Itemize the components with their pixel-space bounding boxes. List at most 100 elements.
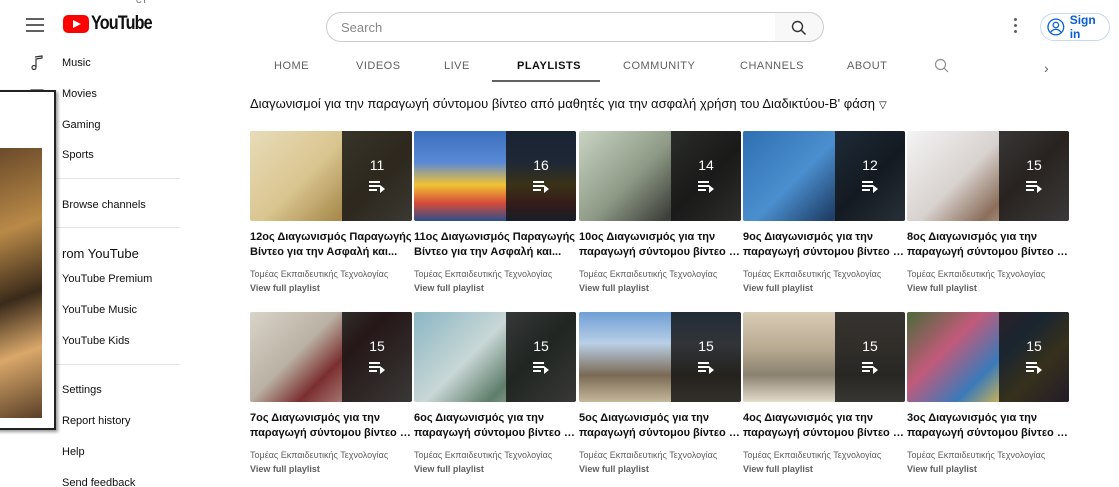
playlist-thumbnail[interactable]: 15: [907, 131, 1069, 221]
playlist-title[interactable]: 6ος Διαγωνισμός για την παραγωγή σύντομου…: [414, 411, 578, 441]
playlist-title[interactable]: 7ος Διαγωνισμός για την παραγωγή σύντομου…: [250, 411, 414, 441]
youtube-logo[interactable]: YouTube: [63, 13, 162, 35]
playlist-title-line: παραγωγή σύντομου βίντεο απ...: [743, 427, 907, 439]
view-full-playlist-link[interactable]: View full playlist: [414, 283, 484, 293]
section-title[interactable]: Διαγωνισμοί για την παραγωγή σύντομου βί…: [250, 96, 887, 111]
playlist-title[interactable]: 10ος Διαγωνισμός για την παραγωγή σύντομο…: [579, 230, 743, 260]
guide-label: YouTube Kids: [62, 335, 130, 347]
playlist-title-line: παραγωγή σύντομου βίντεο απ...: [579, 427, 743, 439]
playlist-count-overlay: [342, 131, 412, 221]
playlist-thumbnail[interactable]: 16: [414, 131, 576, 221]
playlist-title-line: παραγωγή σύντομου βίντεο απ...: [743, 246, 907, 258]
playlist-title-line: 9ος Διαγωνισμός για την: [743, 231, 874, 243]
playlist-channel-name[interactable]: Τομέας Εκπαιδευτικής Τεχνολογίας: [250, 269, 388, 279]
playlist-thumbnail[interactable]: 15: [907, 312, 1069, 402]
search-button[interactable]: [775, 12, 824, 42]
guide-item-help[interactable]: Help: [0, 440, 190, 464]
playlist-channel-name[interactable]: Τομέας Εκπαιδευτικής Τεχνολογίας: [414, 269, 552, 279]
playlist-title[interactable]: 12ος Διαγωνισμός Παραγωγής Βίντεο για την…: [250, 230, 414, 260]
playlist-title-line: παραγωγή σύντομου βίντεο απ...: [907, 246, 1071, 258]
playlist-count-overlay: [671, 312, 741, 402]
sign-in-button[interactable]: Sign in: [1040, 13, 1110, 41]
playlist-video-count: 12: [862, 157, 878, 173]
playlist-icon: [533, 181, 549, 193]
tab-playlists[interactable]: PLAYLISTS: [517, 60, 581, 72]
active-tab-indicator: [492, 80, 600, 82]
playlist-title[interactable]: 11ος Διαγωνισμός Παραγωγής Βίντεο για την…: [414, 230, 578, 260]
playlist-channel-name[interactable]: Τομέας Εκπαιδευτικής Τεχνολογίας: [743, 269, 881, 279]
playlist-channel-name[interactable]: Τομέας Εκπαιδευτικής Τεχνολογίας: [414, 450, 552, 460]
playlist-title-line: 12ος Διαγωνισμός Παραγωγής: [250, 231, 412, 243]
playlist-card[interactable]: 12 9ος Διαγωνισμός για την παραγωγή σύντομ…: [743, 131, 907, 306]
playlist-card[interactable]: 14 10ος Διαγωνισμός για την παραγωγή σύντο…: [579, 131, 743, 306]
photo-image: [0, 148, 42, 418]
playlist-channel-name[interactable]: Τομέας Εκπαιδευτικής Τεχνολογίας: [743, 450, 881, 460]
playlist-title-line: 11ος Διαγωνισμός Παραγωγής: [414, 231, 576, 243]
playlist-channel-name[interactable]: Τομέας Εκπαιδευτικής Τεχνολογίας: [907, 269, 1045, 279]
playlist-thumbnail[interactable]: 15: [414, 312, 576, 402]
playlist-title[interactable]: 8ος Διαγωνισμός για την παραγωγή σύντομου…: [907, 230, 1071, 260]
view-full-playlist-link[interactable]: View full playlist: [743, 283, 813, 293]
playlist-thumbnail[interactable]: 15: [743, 312, 905, 402]
guide-label: Browse channels: [62, 199, 146, 211]
playlist-title-line: 8ος Διαγωνισμός για την: [907, 231, 1038, 243]
playlist-card[interactable]: 15 3ος Διαγωνισμός για την παραγωγή σύντομ…: [907, 312, 1071, 487]
playlist-title-line: παραγωγή σύντομου βίντεο απ...: [579, 246, 743, 258]
playlist-count-overlay: [671, 131, 741, 221]
guide-label: Send feedback: [62, 477, 136, 487]
view-full-playlist-link[interactable]: View full playlist: [579, 283, 649, 293]
playlist-title-line: παραγωγή σύντομου βίντεο απ...: [250, 427, 414, 439]
playlist-card[interactable]: 15 4ος Διαγωνισμός για την παραγωγή σύντομ…: [743, 312, 907, 487]
playlist-thumbnail[interactable]: 14: [579, 131, 741, 221]
view-full-playlist-link[interactable]: View full playlist: [414, 464, 484, 474]
playlist-title-line: 10ος Διαγωνισμός για την: [579, 231, 716, 243]
playlist-title[interactable]: 3ος Διαγωνισμός για την παραγωγή σύντομου…: [907, 411, 1071, 441]
playlist-card[interactable]: 15 6ος Διαγωνισμός για την παραγωγή σύντομ…: [414, 312, 578, 487]
guide-label: Report history: [62, 415, 131, 427]
guide-item-music[interactable]: Music: [0, 51, 190, 75]
view-full-playlist-link[interactable]: View full playlist: [907, 283, 977, 293]
top-header: YouTube CY Sign in: [0, 0, 1119, 54]
playlist-card[interactable]: 15 7ος Διαγωνισμός για την παραγωγή σύντομ…: [250, 312, 414, 487]
playlist-icon: [862, 181, 878, 193]
view-full-playlist-link[interactable]: View full playlist: [250, 464, 320, 474]
tab-channels[interactable]: CHANNELS: [740, 60, 804, 72]
more-options-icon[interactable]: [1013, 18, 1019, 34]
playlist-card[interactable]: 16 11ος Διαγωνισμός Παραγωγής Βίντεο για τ…: [414, 131, 576, 306]
view-full-playlist-link[interactable]: View full playlist: [907, 464, 977, 474]
playlist-thumbnail[interactable]: 12: [743, 131, 905, 221]
menu-icon[interactable]: [26, 18, 44, 32]
tab-about[interactable]: ABOUT: [847, 60, 887, 72]
playlist-card[interactable]: 15 5ος Διαγωνισμός για την παραγωγή σύντομ…: [579, 312, 743, 487]
view-full-playlist-link[interactable]: View full playlist: [743, 464, 813, 474]
guide-item-send-feedback[interactable]: Send feedback: [0, 471, 190, 487]
playlist-channel-name[interactable]: Τομέας Εκπαιδευτικής Τεχνολογίας: [907, 450, 1045, 460]
playlist-count-overlay: [835, 131, 905, 221]
playlist-title[interactable]: 4ος Διαγωνισμός για την παραγωγή σύντομου…: [743, 411, 907, 441]
playlist-thumbnail[interactable]: 11: [250, 131, 412, 221]
playlist-thumbnail[interactable]: 15: [579, 312, 741, 402]
tab-community[interactable]: COMMUNITY: [623, 60, 695, 72]
playlist-card[interactable]: 15 8ος Διαγωνισμός για την παραγωγή σύντομ…: [907, 131, 1071, 306]
tab-videos[interactable]: VIDEOS: [356, 60, 401, 72]
playlist-title[interactable]: 5ος Διαγωνισμός για την παραγωγή σύντομου…: [579, 411, 743, 441]
tab-live[interactable]: LIVE: [444, 60, 470, 72]
playlist-video-count: 15: [533, 338, 549, 354]
playlist-channel-name[interactable]: Τομέας Εκπαιδευτικής Τεχνολογίας: [579, 450, 717, 460]
playlist-video-count: 14: [698, 157, 714, 173]
playlist-channel-name[interactable]: Τομέας Εκπαιδευτικής Τεχνολογίας: [250, 450, 388, 460]
playlist-count-overlay: [506, 312, 576, 402]
view-full-playlist-link[interactable]: View full playlist: [250, 283, 320, 293]
playlist-channel-name[interactable]: Τομέας Εκπαιδευτικής Τεχνολογίας: [579, 269, 717, 279]
playlist-icon: [1026, 181, 1042, 193]
search-input[interactable]: [341, 13, 771, 41]
playlist-card[interactable]: 11 12ος Διαγωνισμός Παραγωγής Βίντεο για τ…: [250, 131, 412, 306]
playlist-video-count: 15: [862, 338, 878, 354]
guide-label: Settings: [62, 384, 102, 396]
playlist-title[interactable]: 9ος Διαγωνισμός για την παραγωγή σύντομου…: [743, 230, 907, 260]
logo-text: YouTube: [91, 13, 153, 34]
view-full-playlist-link[interactable]: View full playlist: [579, 464, 649, 474]
playlist-video-count: 15: [1026, 157, 1042, 173]
playlist-thumbnail[interactable]: 15: [250, 312, 412, 402]
tab-home[interactable]: HOME: [274, 60, 309, 72]
